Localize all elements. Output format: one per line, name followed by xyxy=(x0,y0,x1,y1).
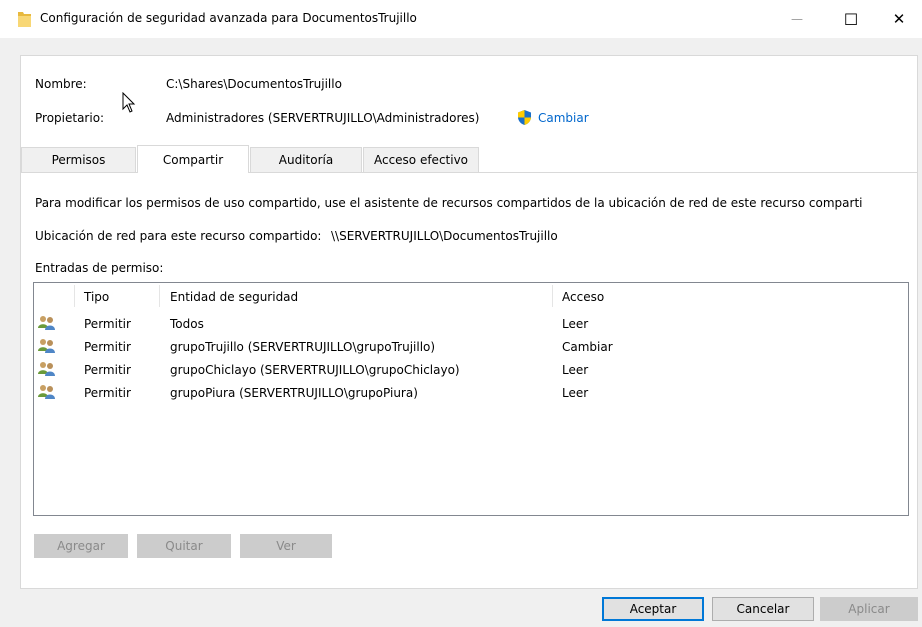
column-header-access[interactable]: Acceso xyxy=(562,290,604,304)
name-value: C:\Shares\DocumentosTrujillo xyxy=(166,77,342,91)
network-location-label: Ubicación de red para este recurso compa… xyxy=(35,229,322,243)
minimize-icon: — xyxy=(791,12,803,26)
advanced-security-window: Configuración de seguridad avanzada para… xyxy=(0,0,922,627)
table-row[interactable]: Permitir grupoPiura (SERVERTRUJILLO\grup… xyxy=(34,382,908,404)
cell-type: Permitir xyxy=(84,363,131,377)
cell-access: Cambiar xyxy=(562,340,613,354)
column-header-type[interactable]: Tipo xyxy=(84,290,109,304)
view-entry-button[interactable]: Ver xyxy=(240,534,332,558)
cell-access: Leer xyxy=(562,363,589,377)
user-group-icon xyxy=(38,339,55,353)
cell-type: Permitir xyxy=(84,340,131,354)
tab-label: Compartir xyxy=(162,152,224,167)
folder-icon xyxy=(18,12,31,27)
cell-type: Permitir xyxy=(84,317,131,331)
column-separator[interactable] xyxy=(159,285,160,307)
table-row[interactable]: Permitir grupoChiclayo (SERVERTRUJILLO\g… xyxy=(34,359,908,381)
apply-button[interactable]: Aplicar xyxy=(820,597,918,621)
cell-principal: grupoChiclayo (SERVERTRUJILLO\grupoChicl… xyxy=(170,363,460,377)
table-row[interactable]: Permitir Todos Leer xyxy=(34,313,908,335)
add-entry-button[interactable]: Agregar xyxy=(34,534,128,558)
ok-button[interactable]: Aceptar xyxy=(602,597,704,621)
cell-type: Permitir xyxy=(84,386,131,400)
column-separator[interactable] xyxy=(552,285,553,307)
column-separator[interactable] xyxy=(74,285,75,307)
cell-principal: grupoPiura (SERVERTRUJILLO\grupoPiura) xyxy=(170,386,418,400)
tab-label: Acceso efectivo xyxy=(373,153,469,167)
maximize-button[interactable]: ☐ xyxy=(828,0,874,38)
tab-permisos[interactable]: Permisos xyxy=(21,147,136,172)
network-location-value: \\SERVERTRUJILLO\DocumentosTrujillo xyxy=(331,229,558,243)
table-row[interactable]: Permitir grupoTrujillo (SERVERTRUJILLO\g… xyxy=(34,336,908,358)
change-owner-link[interactable]: Cambiar xyxy=(538,111,589,125)
remove-entry-button[interactable]: Quitar xyxy=(137,534,231,558)
mouse-cursor-icon xyxy=(122,92,136,113)
cell-access: Leer xyxy=(562,317,589,331)
user-group-icon xyxy=(38,385,55,399)
permission-entries-list[interactable]: Tipo Entidad de seguridad Acceso Permiti… xyxy=(33,282,909,516)
cell-principal: grupoTrujillo (SERVERTRUJILLO\grupoTruji… xyxy=(170,340,436,354)
tab-label: Permisos xyxy=(51,153,106,167)
name-label: Nombre: xyxy=(35,77,87,91)
tab-auditoria[interactable]: Auditoría xyxy=(250,147,362,172)
share-description: Para modificar los permisos de uso compa… xyxy=(35,196,863,210)
owner-label: Propietario: xyxy=(35,111,105,125)
close-button[interactable]: ✕ xyxy=(876,0,922,38)
close-icon: ✕ xyxy=(892,10,906,28)
tab-compartir[interactable]: Compartir xyxy=(137,145,249,173)
column-header-principal[interactable]: Entidad de seguridad xyxy=(170,290,298,304)
owner-value: Administradores (SERVERTRUJILLO\Administ… xyxy=(166,111,480,125)
tab-acceso-efectivo[interactable]: Acceso efectivo xyxy=(363,147,479,172)
user-group-icon xyxy=(38,362,55,376)
uac-shield-icon[interactable] xyxy=(516,109,533,126)
cell-principal: Todos xyxy=(170,317,204,331)
maximize-icon: ☐ xyxy=(843,9,859,29)
minimize-button[interactable]: — xyxy=(774,0,820,38)
title-bar[interactable]: Configuración de seguridad avanzada para… xyxy=(0,0,922,38)
tab-label: Auditoría xyxy=(278,153,334,167)
permission-entries-label: Entradas de permiso: xyxy=(35,261,164,275)
user-group-icon xyxy=(38,316,55,330)
window-title: Configuración de seguridad avanzada para… xyxy=(40,11,417,25)
cell-access: Leer xyxy=(562,386,589,400)
list-header: Tipo Entidad de seguridad Acceso xyxy=(34,283,908,309)
cancel-button[interactable]: Cancelar xyxy=(712,597,814,621)
